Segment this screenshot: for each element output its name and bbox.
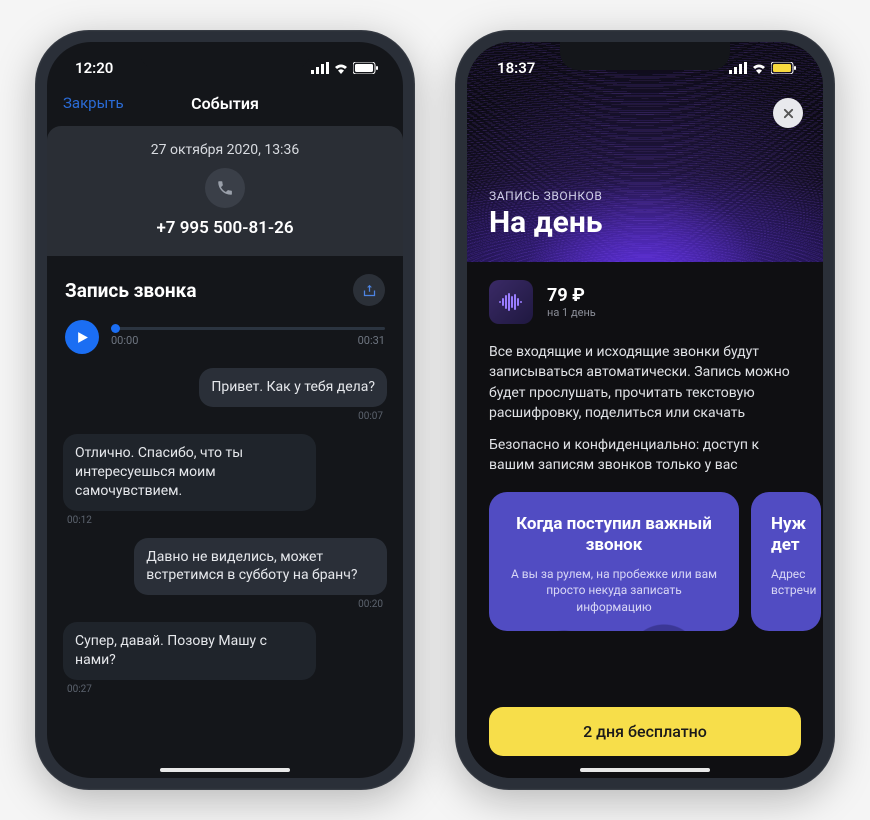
feature-card-1: Когда поступил важный звонок А вы за рул… — [489, 492, 739, 631]
phone-icon — [216, 179, 234, 197]
price-row: 79 ₽ на 1 день — [489, 280, 801, 324]
price-block: 79 ₽ на 1 день — [547, 285, 596, 319]
nav-title: События — [191, 94, 259, 113]
status-icons — [729, 62, 797, 74]
msg-time: 00:12 — [63, 515, 316, 526]
time-current: 00:00 — [111, 334, 138, 347]
play-icon — [76, 331, 89, 344]
transcript: Привет. Как у тебя дела? 00:07 Отлично. … — [63, 358, 387, 695]
nav-bar: Закрыть События — [47, 82, 403, 126]
feature-illustration — [489, 591, 739, 631]
wifi-icon — [333, 62, 349, 74]
hero: 18:37 ЗАПИСЬ ЗВОНКОВ На день — [467, 42, 823, 262]
description-1: Все входящие и исходящие звонки будут за… — [489, 342, 801, 423]
progress-track[interactable]: 00:00 00:31 — [111, 327, 385, 347]
waveform-icon — [498, 292, 524, 312]
msg-text: Отлично. Спасибо, что ты интересуешься м… — [63, 434, 316, 511]
notch — [560, 42, 730, 70]
phone-number: +7 995 500-81-26 — [47, 218, 403, 238]
hero-eyebrow: ЗАПИСЬ ЗВОНКОВ — [489, 189, 603, 203]
notch — [140, 42, 310, 70]
msg-time: 00:20 — [134, 599, 387, 610]
feature-card-2: Нуж дет Адрес встречи — [751, 492, 821, 631]
home-indicator[interactable] — [160, 768, 290, 772]
hero-title: На день — [489, 205, 603, 240]
status-time: 12:20 — [75, 59, 113, 77]
screen-right: 18:37 ЗАПИСЬ ЗВОНКОВ На день — [467, 42, 823, 778]
cta-button[interactable]: 2 дня бесплатно — [489, 707, 801, 756]
transcript-msg: Супер, давай. Позову Машу с нами? 00:27 — [63, 622, 316, 695]
battery-icon — [353, 62, 379, 74]
phone-mockup-right: 18:37 ЗАПИСЬ ЗВОНКОВ На день — [455, 30, 835, 790]
product-body: 79 ₽ на 1 день Все входящие и исходящие … — [467, 262, 823, 778]
product-icon — [489, 280, 533, 324]
track-thumb[interactable] — [111, 324, 120, 333]
section-title: Запись звонка — [65, 279, 197, 302]
play-button[interactable] — [65, 320, 99, 354]
close-button[interactable]: Закрыть — [63, 94, 124, 112]
content-area: Запись звонка 00:00 00:31 — [47, 256, 403, 695]
status-icons — [311, 62, 379, 74]
price-amount: 79 ₽ — [547, 285, 596, 306]
status-time: 18:37 — [497, 59, 535, 77]
hero-text: ЗАПИСЬ ЗВОНКОВ На день — [489, 189, 603, 240]
feature-cards[interactable]: Когда поступил важный звонок А вы за рул… — [489, 492, 801, 631]
transcript-msg: Отлично. Спасибо, что ты интересуешься м… — [63, 434, 316, 526]
track-line — [111, 327, 385, 330]
msg-text: Привет. Как у тебя дела? — [199, 368, 387, 407]
call-date: 27 октября 2020, 13:36 — [47, 142, 403, 158]
section-header: Запись звонка — [63, 256, 387, 320]
signal-icon — [729, 62, 747, 74]
feature-title: Когда поступил важный звонок — [509, 514, 719, 557]
msg-text: Давно не виделись, может встретимся в су… — [134, 538, 387, 596]
close-button[interactable] — [773, 98, 803, 128]
transcript-msg: Привет. Как у тебя дела? 00:07 — [199, 368, 387, 422]
close-icon — [783, 108, 794, 119]
transcript-msg: Давно не виделись, может встретимся в су… — [134, 538, 387, 611]
msg-time: 00:07 — [199, 411, 387, 422]
share-button[interactable] — [353, 274, 385, 306]
audio-player: 00:00 00:31 — [63, 320, 387, 358]
feature-subtitle: Адрес встречи — [771, 566, 801, 598]
battery-icon — [771, 62, 797, 74]
price-period: на 1 день — [547, 306, 596, 319]
time-duration: 00:31 — [358, 334, 385, 347]
phone-mockup-left: 12:20 Закрыть События 27 октября 2020, 1… — [35, 30, 415, 790]
callback-button[interactable] — [205, 168, 245, 208]
share-icon — [362, 283, 377, 298]
msg-time: 00:27 — [63, 684, 316, 695]
msg-text: Супер, давай. Позову Машу с нами? — [63, 622, 316, 680]
description-2: Безопасно и конфиденциально: доступ к ва… — [489, 435, 801, 476]
screen-left: 12:20 Закрыть События 27 октября 2020, 1… — [47, 42, 403, 778]
track-times: 00:00 00:31 — [111, 334, 385, 347]
home-indicator[interactable] — [580, 768, 710, 772]
call-header-card: 27 октября 2020, 13:36 +7 995 500-81-26 — [47, 126, 403, 256]
wifi-icon — [751, 62, 767, 74]
signal-icon — [311, 62, 329, 74]
feature-title: Нуж дет — [771, 514, 801, 557]
